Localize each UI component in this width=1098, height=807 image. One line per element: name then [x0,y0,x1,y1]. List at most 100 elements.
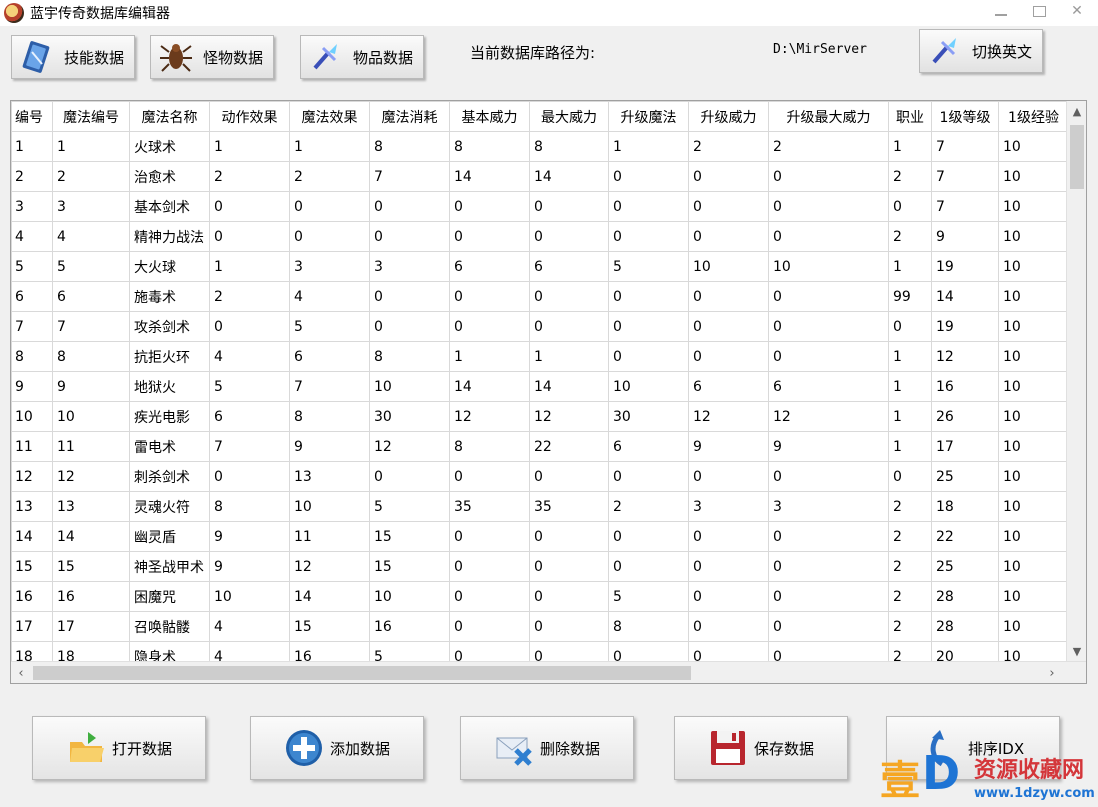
column-header[interactable]: 职业 [888,101,932,132]
table-cell[interactable]: 30 [608,401,689,432]
table-cell[interactable]: 0 [768,521,889,552]
table-cell[interactable]: 灵魂火符 [129,491,210,522]
table-cell[interactable]: 0 [449,521,530,552]
table-cell[interactable]: 0 [688,161,769,192]
skill-data-button[interactable]: 技能数据 [11,35,135,79]
table-cell[interactable]: 9 [931,221,999,252]
table-cell[interactable]: 9 [688,431,769,462]
table-cell[interactable]: 9 [52,371,130,402]
column-header[interactable]: 魔法消耗 [369,101,450,132]
table-cell[interactable]: 1 [529,341,609,372]
table-cell[interactable]: 10 [998,281,1069,312]
table-cell[interactable]: 7 [931,131,999,162]
table-cell[interactable]: 神圣战甲术 [129,551,210,582]
table-cell[interactable]: 0 [529,611,609,642]
table-cell[interactable]: 1 [608,131,689,162]
table-cell[interactable]: 施毒术 [129,281,210,312]
horizontal-scrollbar[interactable]: ‹ › [11,661,1086,683]
table-cell[interactable]: 召唤骷髅 [129,611,210,642]
table-cell[interactable]: 0 [768,161,889,192]
table-cell[interactable]: 3 [688,491,769,522]
table-cell[interactable]: 0 [688,521,769,552]
table-cell[interactable]: 13 [289,461,370,492]
table-row[interactable]: 5 5 大火球 1 3 3 6 6 5 10 10 1 19 10 [11,251,1069,282]
table-row[interactable]: 10 10 疾光电影 6 8 30 12 12 30 12 12 1 26 10 [11,401,1069,432]
table-cell[interactable]: 5 [52,251,130,282]
table-cell[interactable]: 6 [209,401,290,432]
table-row[interactable]: 9 9 地狱火 5 7 10 14 14 10 6 6 1 16 10 [11,371,1069,402]
table-cell[interactable]: 0 [688,281,769,312]
table-cell[interactable]: 0 [449,581,530,612]
table-cell[interactable]: 8 [52,341,130,372]
table-cell[interactable]: 7 [52,311,130,342]
table-cell[interactable]: 10 [998,341,1069,372]
table-row[interactable]: 2 2 治愈术 2 2 7 14 14 0 0 0 2 7 10 [11,161,1069,192]
table-cell[interactable]: 0 [888,461,932,492]
scroll-right-icon[interactable]: › [1042,662,1062,683]
table-cell[interactable]: 15 [289,611,370,642]
table-cell[interactable]: 0 [688,311,769,342]
table-cell[interactable]: 基本剑术 [129,191,210,222]
table-cell[interactable]: 1 [888,371,932,402]
data-grid[interactable]: 编号 魔法编号 魔法名称 动作效果 魔法效果 魔法消耗 基本威力 最大威力 升级魔法 升级威力 升级… [10,100,1087,684]
table-cell[interactable]: 8 [529,131,609,162]
table-cell[interactable]: 10 [998,491,1069,522]
table-cell[interactable]: 15 [369,551,450,582]
table-cell[interactable]: 0 [768,281,889,312]
table-cell[interactable]: 12 [369,431,450,462]
table-cell[interactable]: 0 [449,461,530,492]
table-cell[interactable]: 抗拒火环 [129,341,210,372]
table-row[interactable]: 16 16 困魔咒 10 14 10 0 0 5 0 0 2 28 10 [11,581,1069,612]
table-cell[interactable]: 0 [688,551,769,582]
table-cell[interactable]: 15 [369,521,450,552]
table-cell[interactable]: 6 [529,251,609,282]
table-row[interactable]: 7 7 攻杀剑术 0 5 0 0 0 0 0 0 0 19 10 [11,311,1069,342]
table-cell[interactable]: 0 [369,221,450,252]
column-header[interactable]: 升级魔法 [608,101,689,132]
table-cell[interactable]: 1 [209,131,290,162]
table-cell[interactable]: 4 [209,341,290,372]
table-cell[interactable]: 10 [608,371,689,402]
table-cell[interactable]: 3 [289,251,370,282]
table-cell[interactable]: 1 [449,341,530,372]
column-header[interactable]: 动作效果 [209,101,290,132]
table-cell[interactable]: 11 [11,431,53,462]
table-row[interactable]: 17 17 召唤骷髅 4 15 16 0 0 8 0 0 2 28 10 [11,611,1069,642]
scroll-left-icon[interactable]: ‹ [11,662,31,683]
column-header[interactable]: 升级最大威力 [768,101,889,132]
table-cell[interactable]: 22 [529,431,609,462]
delete-data-button[interactable]: 删除数据 [460,716,634,780]
table-cell[interactable]: 10 [998,401,1069,432]
add-data-button[interactable]: 添加数据 [250,716,424,780]
table-cell[interactable]: 11 [52,431,130,462]
table-cell[interactable]: 0 [768,461,889,492]
table-cell[interactable]: 2 [888,221,932,252]
table-cell[interactable]: 2 [888,161,932,192]
table-cell[interactable]: 10 [52,401,130,432]
table-cell[interactable]: 1 [289,131,370,162]
table-cell[interactable]: 9 [209,521,290,552]
table-cell[interactable]: 10 [998,161,1069,192]
table-cell[interactable]: 14 [289,581,370,612]
save-data-button[interactable]: 保存数据 [674,716,848,780]
table-cell[interactable]: 2 [688,131,769,162]
table-cell[interactable]: 6 [449,251,530,282]
table-cell[interactable]: 刺杀剑术 [129,461,210,492]
table-cell[interactable]: 2 [888,491,932,522]
table-row[interactable]: 12 12 刺杀剑术 0 13 0 0 0 0 0 0 0 25 10 [11,461,1069,492]
table-cell[interactable]: 0 [369,281,450,312]
table-cell[interactable]: 28 [931,611,999,642]
table-cell[interactable]: 5 [11,251,53,282]
table-cell[interactable]: 0 [529,521,609,552]
table-cell[interactable]: 治愈术 [129,161,210,192]
column-header[interactable]: 升级威力 [688,101,769,132]
table-cell[interactable]: 0 [529,191,609,222]
table-cell[interactable]: 10 [768,251,889,282]
table-cell[interactable]: 5 [209,371,290,402]
table-cell[interactable]: 19 [931,251,999,282]
table-cell[interactable]: 9 [11,371,53,402]
table-cell[interactable]: 0 [608,521,689,552]
table-row[interactable]: 11 11 雷电术 7 9 12 8 22 6 9 9 1 17 10 [11,431,1069,462]
table-cell[interactable]: 6 [289,341,370,372]
table-cell[interactable]: 1 [888,431,932,462]
